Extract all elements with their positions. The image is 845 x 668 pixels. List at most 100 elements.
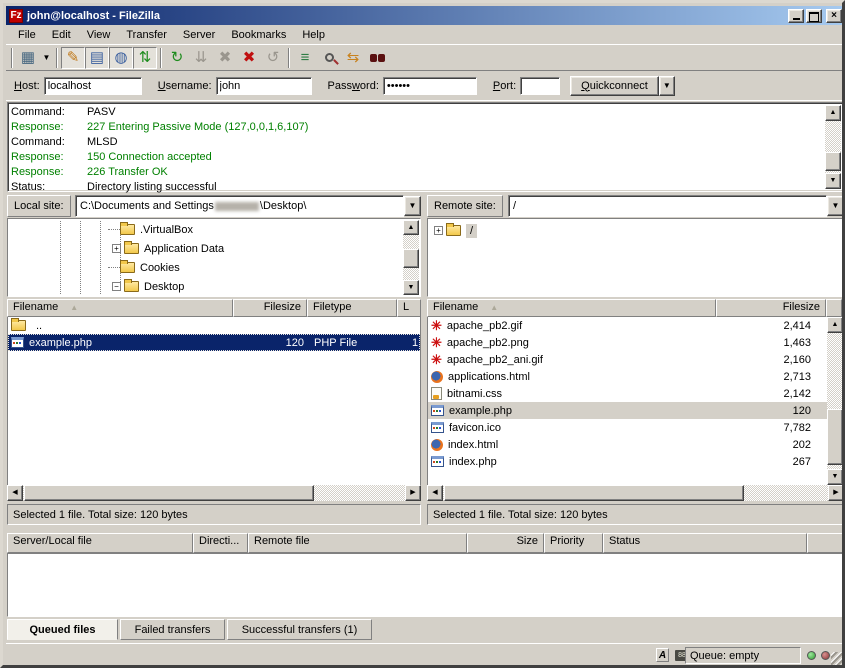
local-path-combo[interactable]: C:\Documents and Settings\Desktop\ [75, 195, 404, 217]
binoculars-icon [370, 54, 377, 62]
file-row-example-php[interactable]: example.php 120 PHP File 1 [8, 334, 420, 351]
scrollbar-thumb[interactable] [827, 409, 843, 464]
file-row[interactable]: ✳apache_pb2.gif2,414 [428, 317, 843, 334]
quickconnect-button[interactable]: Quickconnect [570, 76, 659, 96]
tab-failed-transfers[interactable]: Failed transfers [120, 619, 225, 640]
expand-icon[interactable]: + [434, 226, 443, 235]
synchronized-browsing-button[interactable]: ⇆ [341, 47, 365, 69]
collapse-icon[interactable]: − [112, 282, 121, 291]
column-header-filetype[interactable]: Filetype [307, 299, 397, 317]
menu-item-edit[interactable]: Edit [44, 27, 79, 43]
directory-comparison-button[interactable] [317, 47, 341, 69]
resize-grip[interactable] [831, 652, 844, 665]
log-scrollbar[interactable]: ▲ ▼ [825, 105, 841, 189]
password-input[interactable] [383, 77, 477, 95]
remote-list-scrollbar[interactable]: ▲ ▼ [827, 317, 843, 485]
file-row[interactable]: ✳apache_pb2_ani.gif2,160 [428, 351, 843, 368]
scroll-left-icon[interactable]: ◀ [427, 485, 443, 501]
menu-item-file[interactable]: File [10, 27, 44, 43]
file-row[interactable]: bitnami.css2,142 [428, 385, 843, 402]
column-header-filesize[interactable]: Filesize [233, 299, 307, 317]
menu-item-view[interactable]: View [79, 27, 119, 43]
column-header-priority[interactable]: Priority [544, 533, 603, 553]
reconnect-button[interactable]: ↺ [261, 47, 285, 69]
file-row[interactable]: applications.html2,713 [428, 368, 843, 385]
log-row: Response:226 Transfer OK [11, 165, 823, 180]
tree-item-application-data[interactable]: +Application Data [8, 239, 402, 258]
column-header-status[interactable]: Status [603, 533, 807, 553]
scroll-right-icon[interactable]: ▶ [405, 485, 421, 501]
scroll-down-icon[interactable]: ▼ [827, 469, 843, 485]
site-manager-button[interactable]: ▦ [16, 47, 40, 69]
process-queue-button[interactable]: ⇊ [189, 47, 213, 69]
find-files-button[interactable] [365, 47, 389, 69]
menu-item-help[interactable]: Help [294, 27, 333, 43]
site-manager-icon: ▦ [21, 50, 35, 65]
scroll-right-icon[interactable]: ▶ [828, 485, 844, 501]
remote-tree-icon: ◍ [114, 50, 127, 65]
file-row[interactable]: favicon.ico7,782 [428, 419, 843, 436]
site-manager-dropdown[interactable]: ▼ [40, 47, 53, 69]
local-path-dropdown[interactable]: ▼ [404, 196, 421, 216]
toggle-message-log-button[interactable]: ✎ [61, 47, 85, 69]
expand-icon[interactable]: + [112, 244, 121, 253]
remote-path-dropdown[interactable]: ▼ [827, 196, 844, 216]
tree-item-cookies[interactable]: Cookies [8, 258, 402, 277]
toggle-transfer-queue-button[interactable]: ⇅ [133, 47, 157, 69]
file-row[interactable]: index.php267 [428, 453, 843, 470]
username-input[interactable] [216, 77, 312, 95]
transfer-queue-list[interactable] [7, 553, 844, 617]
directory-filters-button[interactable]: ≡ [293, 47, 317, 69]
toggle-local-tree-button[interactable]: ▤ [85, 47, 109, 69]
tree-item-virtualbox[interactable]: .VirtualBox [8, 220, 402, 239]
scrollbar-thumb[interactable] [403, 249, 419, 269]
column-header-filesize[interactable]: Filesize [716, 299, 826, 317]
scrollbar-thumb[interactable] [825, 152, 841, 170]
cancel-operation-button[interactable]: ✖ [213, 47, 237, 69]
menu-item-server[interactable]: Server [175, 27, 223, 43]
tab-queued-files[interactable]: Queued files [7, 619, 118, 640]
refresh-button[interactable]: ↻ [165, 47, 189, 69]
folder-icon [446, 225, 461, 236]
quickconnect-dropdown[interactable]: ▼ [659, 76, 675, 96]
local-tree-scrollbar[interactable]: ▲ ▼ [403, 220, 419, 295]
local-horizontal-scrollbar[interactable]: ◀ ▶ [7, 485, 421, 501]
transfer-type-indicator-icon[interactable]: A [656, 648, 669, 662]
column-header-lastmodified[interactable]: L [397, 299, 421, 317]
menu-item-transfer[interactable]: Transfer [118, 27, 175, 43]
toolbar-separator [56, 48, 58, 68]
minimize-button[interactable] [788, 9, 804, 23]
scroll-up-icon[interactable]: ▲ [827, 317, 843, 333]
port-input[interactable] [520, 77, 560, 95]
tree-item-desktop[interactable]: −Desktop [8, 277, 402, 296]
remote-horizontal-scrollbar[interactable]: ◀ ▶ [427, 485, 844, 501]
host-input[interactable] [44, 77, 142, 95]
tab-successful-transfers[interactable]: Successful transfers (1) [227, 619, 372, 640]
sort-ascending-icon: ▲ [490, 303, 498, 312]
file-row[interactable]: ✳apache_pb2.png1,463 [428, 334, 843, 351]
column-header-filename[interactable]: Filename▲ [7, 299, 233, 317]
file-row[interactable]: index.html202 [428, 436, 843, 453]
scroll-left-icon[interactable]: ◀ [7, 485, 23, 501]
column-header-direction[interactable]: Directi... [193, 533, 248, 553]
scroll-up-icon[interactable]: ▲ [403, 220, 419, 235]
scrollbar-thumb[interactable] [444, 485, 744, 501]
maximize-button[interactable] [806, 9, 822, 23]
scroll-up-icon[interactable]: ▲ [825, 105, 841, 121]
file-row-selected[interactable]: example.php120 [428, 402, 843, 419]
menu-item-bookmarks[interactable]: Bookmarks [223, 27, 294, 43]
close-button[interactable]: × [826, 9, 842, 23]
scrollbar-thumb[interactable] [24, 485, 314, 501]
title-bar[interactable]: Fz john@localhost - FileZilla × [6, 6, 845, 25]
file-row-parent-dir[interactable]: .. [8, 317, 420, 334]
disconnect-button[interactable]: ✖ [237, 47, 261, 69]
toggle-remote-tree-button[interactable]: ◍ [109, 47, 133, 69]
column-header-filename[interactable]: Filename▲ [427, 299, 716, 317]
scroll-down-icon[interactable]: ▼ [825, 173, 841, 189]
column-header-size[interactable]: Size [467, 533, 544, 553]
tree-item-root[interactable]: +/ [428, 221, 825, 240]
column-header-server-local-file[interactable]: Server/Local file [7, 533, 193, 553]
scroll-down-icon[interactable]: ▼ [403, 280, 419, 295]
remote-path-combo[interactable]: / [508, 195, 827, 217]
column-header-remote-file[interactable]: Remote file [248, 533, 467, 553]
